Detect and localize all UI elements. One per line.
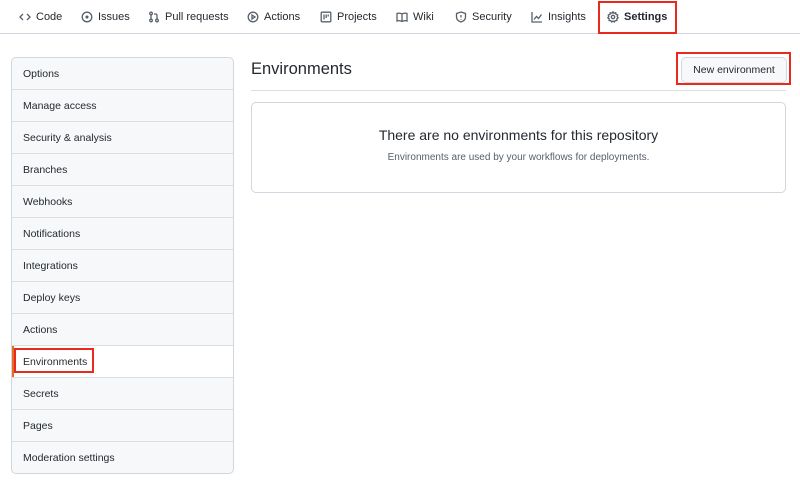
- sidebar-item-branches[interactable]: Branches: [12, 154, 233, 186]
- title-divider: [251, 90, 786, 91]
- tab-label: Projects: [337, 10, 377, 23]
- project-icon: [320, 11, 332, 23]
- sidebar-item-label: Integrations: [23, 259, 78, 272]
- tab-label: Issues: [98, 10, 130, 23]
- sidebar-item-label: Deploy keys: [23, 291, 81, 304]
- sidebar-item-label: Pages: [23, 419, 53, 432]
- sidebar-item-options[interactable]: Options: [12, 58, 233, 90]
- tab-wiki[interactable]: Wiki: [396, 0, 434, 33]
- sidebar-item-integrations[interactable]: Integrations: [12, 250, 233, 282]
- tab-label: Pull requests: [165, 10, 229, 23]
- page-title: Environments: [251, 60, 352, 78]
- sidebar-item-webhooks[interactable]: Webhooks: [12, 186, 233, 218]
- new-environment-button[interactable]: New environment: [681, 57, 787, 83]
- code-icon: [19, 11, 31, 23]
- sidebar-item-deploy-keys[interactable]: Deploy keys: [12, 282, 233, 314]
- empty-state: There are no environments for this repos…: [251, 102, 786, 193]
- gear-icon: [607, 10, 619, 23]
- sidebar-item-environments[interactable]: Environments: [12, 346, 233, 378]
- pull-request-icon: [148, 11, 160, 23]
- empty-state-heading: There are no environments for this repos…: [378, 127, 659, 143]
- empty-state-description: Environments are used by your workflows …: [387, 152, 650, 163]
- shield-icon: [455, 10, 467, 23]
- tab-label: Code: [36, 10, 63, 23]
- sidebar-item-manage-access[interactable]: Manage access: [12, 90, 233, 122]
- sidebar-item-secrets[interactable]: Secrets: [12, 378, 233, 410]
- tab-settings[interactable]: Settings: [607, 0, 667, 33]
- sidebar-item-label: Environments: [23, 355, 88, 368]
- tab-label: Wiki: [413, 10, 434, 23]
- sidebar-item-label: Notifications: [23, 227, 81, 240]
- sidebar-item-label: Actions: [23, 323, 58, 336]
- sidebar-item-moderation-settings[interactable]: Moderation settings: [12, 442, 233, 473]
- play-icon: [247, 11, 259, 23]
- issue-icon: [81, 11, 93, 23]
- book-icon: [396, 11, 408, 23]
- tab-projects[interactable]: Projects: [320, 0, 377, 33]
- sidebar-item-label: Moderation settings: [23, 452, 115, 464]
- tab-label: Actions: [264, 10, 301, 23]
- sidebar-item-label: Branches: [23, 163, 68, 176]
- sidebar-item-security-analysis[interactable]: Security & analysis: [12, 122, 233, 154]
- tab-code[interactable]: Code: [19, 0, 62, 33]
- tab-label: Security: [472, 10, 512, 23]
- tab-actions[interactable]: Actions: [247, 0, 300, 33]
- sidebar-item-label: Options: [23, 67, 60, 80]
- sidebar-item-actions[interactable]: Actions: [12, 314, 233, 346]
- graph-icon: [531, 11, 543, 23]
- tab-issues[interactable]: Issues: [81, 0, 130, 33]
- tab-label: Insights: [548, 10, 586, 23]
- tab-insights[interactable]: Insights: [531, 0, 586, 33]
- tab-security[interactable]: Security: [455, 0, 512, 33]
- sidebar-item-notifications[interactable]: Notifications: [12, 218, 233, 250]
- sidebar-item-label: Manage access: [23, 99, 97, 112]
- sidebar-item-label: Security & analysis: [23, 131, 112, 144]
- sidebar-item-label: Webhooks: [23, 195, 73, 208]
- settings-sidebar: Options Manage access Security & analysi…: [11, 57, 234, 474]
- tab-label: Settings: [624, 10, 668, 23]
- sidebar-item-pages[interactable]: Pages: [12, 410, 233, 442]
- repo-nav: Code Issues Pull requests Actions Projec…: [0, 0, 800, 34]
- tab-pull-requests[interactable]: Pull requests: [148, 0, 229, 33]
- sidebar-item-label: Secrets: [23, 387, 59, 400]
